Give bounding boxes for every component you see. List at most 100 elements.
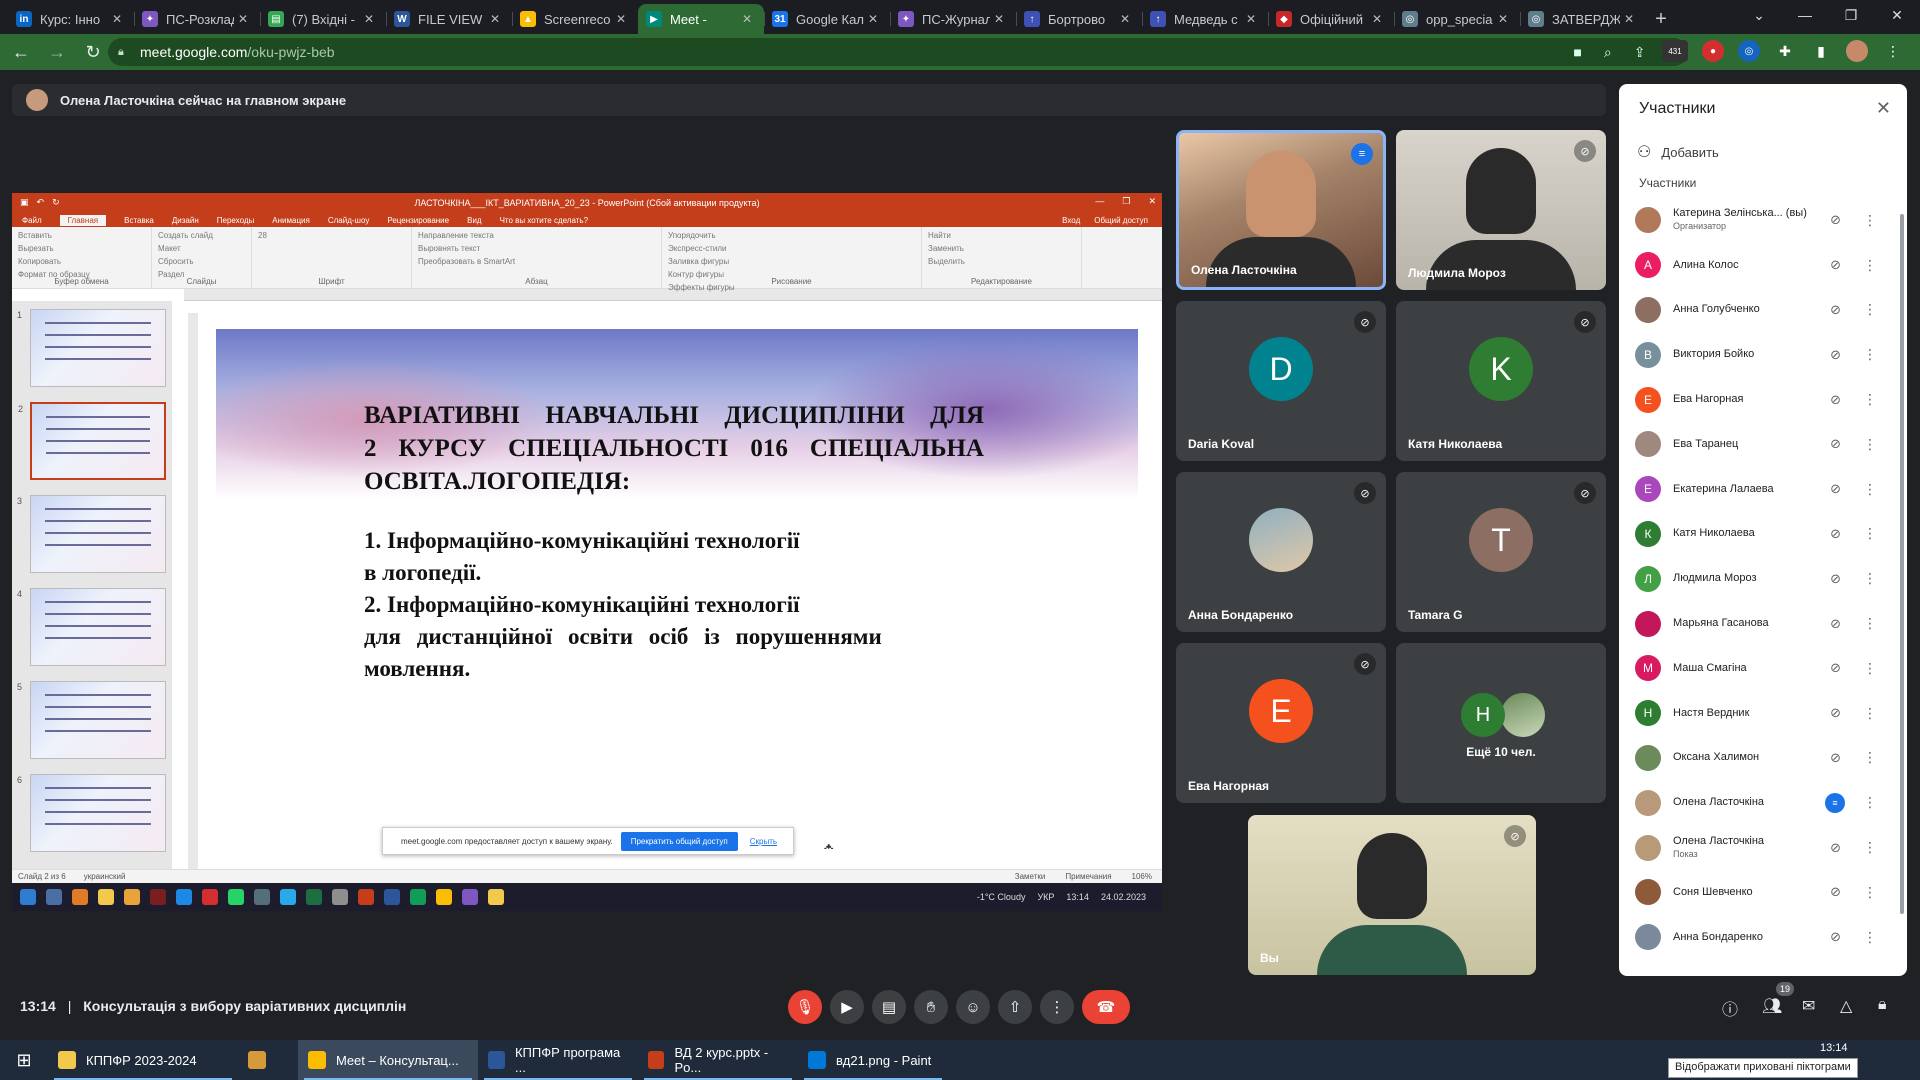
close-tab-icon[interactable]: ✕ bbox=[1498, 12, 1512, 26]
more-options-icon[interactable]: ⋮ bbox=[1863, 301, 1877, 318]
participant-row[interactable]: М Маша Смагіна ⊘ ⋮ bbox=[1619, 646, 1899, 691]
mic-muted-icon[interactable]: ⊘ bbox=[1830, 212, 1841, 228]
participant-row[interactable]: Е Екатерина Лалаева ⊘ ⋮ bbox=[1619, 467, 1899, 512]
reload-button[interactable]: ↻ bbox=[78, 37, 108, 67]
back-button[interactable]: ← bbox=[6, 37, 36, 67]
participant-row[interactable]: Катерина Зелінська... (вы) Организатор ⊘ ⋮ bbox=[1619, 198, 1899, 243]
taskbar-app[interactable]: КППФР 2023-2024 bbox=[48, 1040, 238, 1080]
taskbar-app[interactable]: ВД 2 курс.pptx - Po... bbox=[638, 1040, 798, 1080]
taskbar-app[interactable]: КППФР програма ... bbox=[478, 1040, 638, 1080]
browser-tab[interactable]: ◆ Офіційний ✕ bbox=[1268, 4, 1394, 34]
more-options-icon[interactable]: ⋮ bbox=[1863, 705, 1877, 722]
close-tab-icon[interactable]: ✕ bbox=[1372, 12, 1386, 26]
camera-button[interactable]: ▶ bbox=[830, 990, 864, 1024]
close-panel-icon[interactable]: ✕ bbox=[1876, 98, 1891, 119]
more-options-icon[interactable]: ⋮ bbox=[1863, 391, 1877, 408]
mic-muted-icon[interactable]: ⊘ bbox=[1830, 840, 1841, 856]
mic-muted-icon[interactable]: ⊘ bbox=[1830, 929, 1841, 945]
minimize-button[interactable]: — bbox=[1782, 0, 1828, 30]
people-icon[interactable]: 👥︎ bbox=[1762, 996, 1782, 1016]
mic-muted-icon[interactable]: ⊘ bbox=[1830, 347, 1841, 363]
close-window-button[interactable]: ✕ bbox=[1874, 0, 1920, 30]
participant-row[interactable]: Л Людмила Мороз ⊘ ⋮ bbox=[1619, 556, 1899, 601]
mic-muted-icon[interactable]: ⊘ bbox=[1830, 257, 1841, 273]
more-options-icon[interactable]: ⋮ bbox=[1863, 660, 1877, 677]
more-options-icon[interactable]: ⋮ bbox=[1863, 615, 1877, 632]
captions-button[interactable]: ▤ bbox=[872, 990, 906, 1024]
participant-row[interactable]: Ева Таранец ⊘ ⋮ bbox=[1619, 422, 1899, 467]
leave-call-button[interactable]: ☎︎ bbox=[1082, 990, 1130, 1024]
close-tab-icon[interactable]: ✕ bbox=[364, 12, 378, 26]
browser-tab[interactable]: ↑ Бортрово ✕ bbox=[1016, 4, 1142, 34]
close-tab-icon[interactable]: ✕ bbox=[868, 12, 882, 26]
mic-muted-icon[interactable]: ⊘ bbox=[1830, 436, 1841, 452]
mic-muted-icon[interactable]: ⊘ bbox=[1830, 705, 1841, 721]
speaking-indicator-icon[interactable]: ≡ bbox=[1825, 792, 1845, 813]
participant-row[interactable]: А Алина Колос ⊘ ⋮ bbox=[1619, 243, 1899, 288]
taskbar-app[interactable]: Meet – Консультац... bbox=[298, 1040, 478, 1080]
browser-tab[interactable]: ◎ opp_specia ✕ bbox=[1394, 4, 1520, 34]
browser-tab[interactable]: 31 Google Кал ✕ bbox=[764, 4, 890, 34]
close-tab-icon[interactable]: ✕ bbox=[112, 12, 126, 26]
mic-muted-icon[interactable]: ⊘ bbox=[1830, 884, 1841, 900]
browser-tab[interactable]: in Курс: Інно ✕ bbox=[8, 4, 134, 34]
mic-muted-icon[interactable]: ⊘ bbox=[1830, 660, 1841, 676]
forward-button[interactable]: → bbox=[42, 37, 72, 67]
more-options-icon[interactable]: ⋮ bbox=[1863, 212, 1877, 229]
more-options-button[interactable]: ⋮ bbox=[1040, 990, 1074, 1024]
browser-tab[interactable]: ▶ Meet - ✕ bbox=[638, 4, 764, 34]
present-button[interactable]: ⇧ bbox=[998, 990, 1032, 1024]
participant-row[interactable]: Соня Шевченко ⊘ ⋮ bbox=[1619, 870, 1899, 915]
mic-muted-icon[interactable]: ⊘ bbox=[1830, 616, 1841, 632]
close-tab-icon[interactable]: ✕ bbox=[238, 12, 252, 26]
more-options-icon[interactable]: ⋮ bbox=[1863, 749, 1877, 766]
more-options-icon[interactable]: ⋮ bbox=[1863, 481, 1877, 498]
tab-search-icon[interactable]: ⌄ bbox=[1736, 0, 1782, 30]
participant-row[interactable]: Анна Бондаренко ⊘ ⋮ bbox=[1619, 915, 1899, 960]
more-options-icon[interactable]: ⋮ bbox=[1863, 570, 1877, 587]
panel-scrollbar[interactable] bbox=[1900, 214, 1904, 914]
mic-muted-icon[interactable]: ⊘ bbox=[1830, 302, 1841, 318]
participant-row[interactable]: Е Ева Нагорная ⊘ ⋮ bbox=[1619, 377, 1899, 422]
close-tab-icon[interactable]: ✕ bbox=[1624, 12, 1638, 26]
mic-muted-icon[interactable]: ⊘ bbox=[1830, 571, 1841, 587]
browser-tab[interactable]: ▤ (7) Вхідні - ✕ bbox=[260, 4, 386, 34]
participant-row[interactable]: Оксана Халимон ⊘ ⋮ bbox=[1619, 736, 1899, 781]
chat-icon[interactable]: ✉ bbox=[1802, 996, 1815, 1016]
reactions-button[interactable]: ☺ bbox=[956, 990, 990, 1024]
meeting-details-icon[interactable]: ⓘ bbox=[1722, 996, 1738, 1020]
url-bar[interactable]: 🔒︎ meet.google.com/oku-pwjz-beb bbox=[108, 38, 1688, 66]
close-tab-icon[interactable]: ✕ bbox=[1246, 12, 1260, 26]
browser-menu-icon[interactable]: ⋮ bbox=[1882, 40, 1904, 62]
taskbar-app[interactable] bbox=[238, 1040, 298, 1080]
participant-row[interactable]: Марьяна Гасанова ⊘ ⋮ bbox=[1619, 601, 1899, 646]
close-tab-icon[interactable]: ✕ bbox=[742, 12, 756, 26]
sidepanel-icon[interactable]: ▮ bbox=[1810, 40, 1832, 62]
more-options-icon[interactable]: ⋮ bbox=[1863, 884, 1877, 901]
windows-start-button[interactable]: ⊞ bbox=[0, 1040, 48, 1080]
add-people-button[interactable]: ⚇ Добавить bbox=[1637, 142, 1719, 162]
participant-row[interactable]: Анна Голубченко ⊘ ⋮ bbox=[1619, 288, 1899, 333]
raise-hand-button[interactable]: ✋︎ bbox=[914, 990, 948, 1024]
more-options-icon[interactable]: ⋮ bbox=[1863, 257, 1877, 274]
more-options-icon[interactable]: ⋮ bbox=[1863, 525, 1877, 542]
mic-muted-icon[interactable]: ⊘ bbox=[1830, 526, 1841, 542]
browser-tab[interactable]: W FILE VIEW ✕ bbox=[386, 4, 512, 34]
more-options-icon[interactable]: ⋮ bbox=[1863, 929, 1877, 946]
activities-icon[interactable]: △ bbox=[1840, 996, 1852, 1016]
camera-icon[interactable]: ■ bbox=[1573, 44, 1581, 61]
participant-row[interactable]: Олена Ласточкіна ≡ ⋮ bbox=[1619, 780, 1899, 825]
browser-tab[interactable]: ✦ ПС-Журнал ✕ bbox=[890, 4, 1016, 34]
restore-button[interactable]: ❐ bbox=[1828, 0, 1874, 30]
participant-row[interactable]: В Виктория Бойко ⊘ ⋮ bbox=[1619, 332, 1899, 377]
more-options-icon[interactable]: ⋮ bbox=[1863, 794, 1877, 811]
zoom-icon[interactable]: ⌕ bbox=[1604, 44, 1612, 61]
share-icon[interactable]: ⇪ bbox=[1634, 44, 1646, 61]
browser-tab[interactable]: ▲ Screenreco ✕ bbox=[512, 4, 638, 34]
profile-avatar[interactable] bbox=[1846, 40, 1868, 62]
browser-tab[interactable]: ✦ ПС-Розклад ✕ bbox=[134, 4, 260, 34]
close-tab-icon[interactable]: ✕ bbox=[616, 12, 630, 26]
host-controls-icon[interactable]: 🔒︎ bbox=[1878, 996, 1887, 1014]
taskbar-app[interactable]: вд21.png - Paint bbox=[798, 1040, 948, 1080]
more-options-icon[interactable]: ⋮ bbox=[1863, 436, 1877, 453]
